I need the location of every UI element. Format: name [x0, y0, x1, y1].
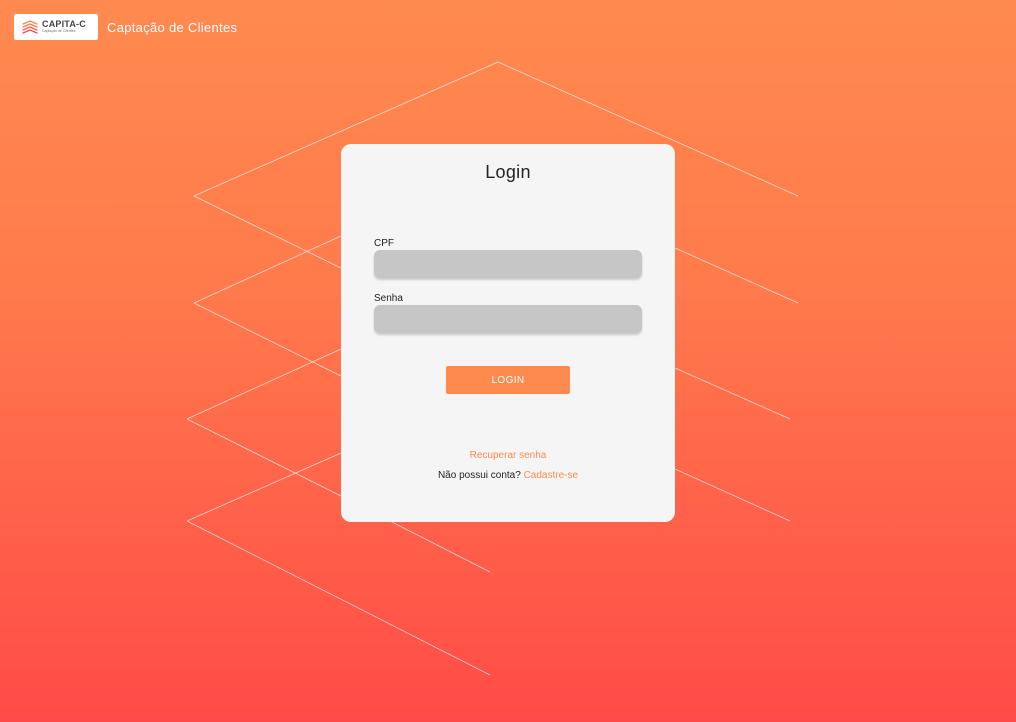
signup-prompt: Não possui conta? Cadastre-se [341, 470, 675, 481]
no-account-text: Não possui conta? [437, 470, 521, 481]
brand-logo[interactable]: CAPITA-C Captação de Clientes [14, 14, 98, 40]
recover-password-link[interactable]: Recuperar senha [341, 450, 675, 461]
layered-stack-logo-icon [22, 20, 38, 34]
cpf-label: CPF [374, 238, 394, 249]
login-card: Login CPF Senha LOGIN Recuperar senha Nã… [341, 144, 675, 522]
brand-name: CAPITA-C [42, 19, 86, 30]
top-bar: CAPITA-C Captação de Clientes Captação d… [14, 14, 237, 40]
brand-text: CAPITA-C Captação de Clientes [42, 20, 86, 34]
brand-tagline: Captação de Clientes [42, 29, 76, 34]
cpf-input[interactable] [374, 250, 642, 278]
app-title: Captação de Clientes [107, 19, 238, 35]
password-input[interactable] [374, 305, 642, 333]
password-label: Senha [374, 293, 403, 304]
login-title: Login [485, 162, 531, 182]
signup-link[interactable]: Cadastre-se [524, 470, 578, 481]
login-button[interactable]: LOGIN [446, 366, 570, 394]
